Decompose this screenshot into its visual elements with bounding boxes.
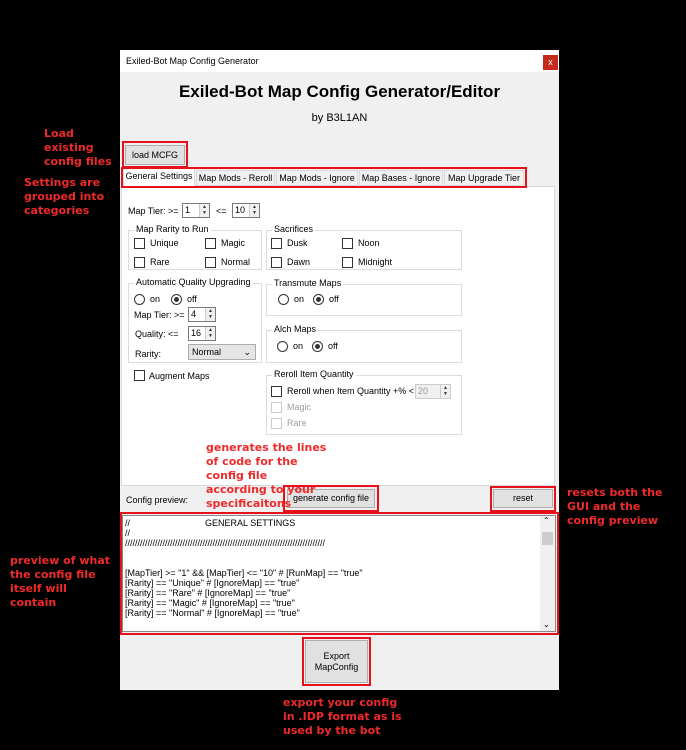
augment-maps-label: Augment Maps [149,371,210,381]
highlight-tabs [121,167,527,188]
midnight-label: Midnight [358,257,393,267]
quality-value: 16 [191,328,202,338]
quality-tier-stepper[interactable]: 4 ▲ ▼ [188,307,216,322]
augment-maps-checkbox[interactable] [134,370,145,381]
stepper-arrows-icon[interactable]: ▲ ▼ [249,204,259,217]
reroll-magic-checkbox[interactable] [271,402,282,413]
off-label: off [328,341,338,351]
group-title: Alch Maps [272,324,319,334]
rarity-value: Normal [192,347,222,357]
normal-label: Normal [221,257,251,267]
alch-on-radio[interactable] [277,341,288,352]
alch-off-radio[interactable] [312,341,323,352]
reroll-rare-checkbox[interactable] [271,418,282,429]
map-tier-min-value: 1 [185,205,191,215]
on-label: on [294,294,305,304]
annotation-export: export your config in .IDP format as is … [283,696,402,737]
chevron-down-icon: ⌄ [243,347,251,357]
reset-button[interactable]: reset [493,489,553,508]
dusk-label: Dusk [287,238,308,248]
group-title: Sacrifices [272,224,316,234]
page-title: Exiled-Bot Map Config Generator/Editor [178,82,501,101]
annotation-generate: generates the lines of code for the conf… [206,441,327,510]
unique-checkbox[interactable] [134,238,145,249]
stepper-arrows-icon[interactable]: ▲ ▼ [199,204,209,217]
export-line2: MapConfig [314,662,359,672]
dawn-label: Dawn [287,257,311,267]
reroll-group: Reroll Item Quantity Reroll when Item Qu… [266,369,462,435]
annotation-reset: resets both the GUI and the config previ… [567,486,663,527]
dawn-checkbox[interactable] [271,257,282,268]
annotation-load: Load existing config files [44,127,112,168]
dusk-checkbox[interactable] [271,238,282,249]
le-label: <= [216,206,227,216]
auto-quality-on-radio[interactable] [134,294,145,305]
noon-label: Noon [358,238,380,248]
stepper-arrows-icon[interactable]: ▲ ▼ [205,308,215,321]
on-label: on [293,341,304,351]
on-label: on [150,294,161,304]
reroll-magic-label: Magic [287,402,312,412]
close-icon[interactable]: x [543,55,558,70]
reroll-checkbox[interactable] [271,386,282,397]
load-mcfg-button[interactable]: load MCFG [125,145,185,165]
unique-label: Unique [150,238,179,248]
quality-label: Quality: <= [135,329,179,339]
noon-checkbox[interactable] [342,238,353,249]
config-preview-label: Config preview: [126,495,189,505]
rare-label: Rare [150,257,170,267]
group-title: Automatic Quality Upgrading [134,277,253,287]
sacrifices-group: Sacrifices Dusk Noon Dawn Midnight [266,224,462,270]
annotation-preview: preview of what the config file itself w… [10,554,110,609]
alch-group: Alch Maps on off [266,324,462,363]
transmute-group: Transmute Maps on off [266,278,462,316]
reroll-quantity-value: 20 [418,386,429,396]
annotation-tabs: Settings are grouped into categories [24,176,105,217]
quality-stepper[interactable]: 16 ▲ ▼ [188,326,216,341]
quality-tier-label: Map Tier: >= [134,310,185,320]
window-title: Exiled-Bot Map Config Generator [126,56,259,66]
reroll-rare-label: Rare [287,418,307,428]
auto-quality-group: Automatic Quality Upgrading on off Map T… [128,277,262,363]
transmute-off-radio[interactable] [313,294,324,305]
export-line1: Export [323,651,350,661]
rare-checkbox[interactable] [134,257,145,268]
magic-checkbox[interactable] [205,238,216,249]
map-tier-label: Map Tier: >= [128,206,179,216]
transmute-on-radio[interactable] [278,294,289,305]
reroll-label: Reroll when Item Quantity +% < [287,386,415,396]
off-label: off [329,294,339,304]
quality-tier-value: 4 [191,309,197,319]
map-tier-min-stepper[interactable]: 1 ▲ ▼ [182,203,210,218]
group-title: Map Rarity to Run [134,224,211,234]
group-title: Reroll Item Quantity [272,369,356,379]
author: by B3L1AN [311,112,368,124]
off-label: off [187,294,197,304]
map-tier-max-stepper[interactable]: 10 ▲ ▼ [232,203,260,218]
rarity-select[interactable]: Normal ⌄ [188,344,256,360]
stepper-arrows-icon[interactable]: ▲ ▼ [440,385,450,398]
reroll-quantity-stepper[interactable]: 20 ▲ ▼ [415,384,451,399]
rarity-label: Rarity: [135,349,162,359]
title-bar: Exiled-Bot Map Config Generator [120,50,559,72]
group-title: Transmute Maps [272,278,344,288]
magic-label: Magic [221,238,246,248]
highlight-preview [120,512,559,635]
midnight-checkbox[interactable] [342,257,353,268]
export-mapconfig-button[interactable]: Export MapConfig [305,640,368,683]
map-tier-max-value: 10 [235,205,246,215]
stepper-arrows-icon[interactable]: ▲ ▼ [205,327,215,340]
map-rarity-group: Map Rarity to Run Unique Magic Rare Norm… [128,224,262,270]
normal-checkbox[interactable] [205,257,216,268]
auto-quality-off-radio[interactable] [171,294,182,305]
